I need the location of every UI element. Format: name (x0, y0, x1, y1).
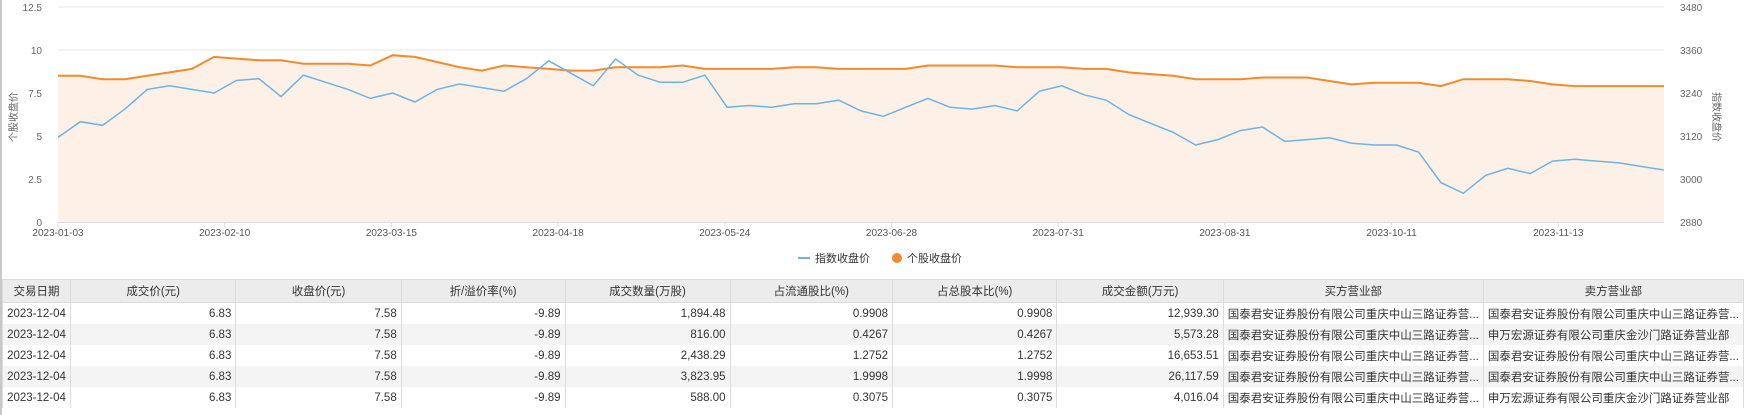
table-cell: 2,438.29 (564, 345, 731, 366)
col-header-close-price[interactable]: 收盘价(元) (235, 279, 402, 303)
table-cell: 国泰君安证券股份有限公司重庆中山三路证券营... (1222, 345, 1484, 366)
col-header-premium-rate[interactable]: 折/溢价率(%) (400, 279, 566, 303)
left-axis-tick-label: 12.5 (23, 3, 43, 14)
x-axis-tick-label: 2023-05-24 (699, 228, 751, 239)
col-header-buyer[interactable]: 买方营业部 (1222, 279, 1484, 303)
table-cell: 7.58 (235, 366, 402, 387)
left-axis-title: 个股收盘价 (7, 92, 20, 142)
x-axis-tick-label: 2023-08-31 (1199, 228, 1251, 239)
table-cell: 2023-12-04 (2, 302, 71, 324)
table-row[interactable]: 2023-12-04 6.83 7.58 -9.89 1,894.48 0.9908 0.9… (2, 302, 1744, 324)
x-axis-tick-label: 2023-03-15 (366, 228, 418, 239)
legend-stock-dot-icon (892, 253, 902, 263)
left-axis-tick-label: 2.5 (28, 175, 42, 186)
table-cell: 0.9908 (729, 302, 894, 324)
table-cell: 6.83 (69, 345, 237, 366)
table-cell: 7.58 (235, 324, 402, 345)
table-cell: 7.58 (235, 345, 402, 366)
table-cell: 7.58 (235, 387, 402, 408)
table-cell: -9.89 (400, 302, 566, 324)
table-cell: 国泰君安证券股份有限公司重庆中山三路证券营... (1222, 324, 1484, 345)
table-cell: 816.00 (564, 324, 731, 345)
table-cell: 2023-12-04 (2, 345, 71, 366)
table-cell: 2023-12-04 (2, 324, 71, 345)
table-cell: 6.83 (69, 366, 237, 387)
table-cell: 6.83 (69, 387, 237, 408)
left-axis-tick-label: 5 (36, 132, 42, 143)
x-axis-tick-label: 2023-11-13 (1533, 228, 1584, 239)
col-header-total-ratio[interactable]: 占总股本比(%) (892, 279, 1058, 303)
right-axis-title: 指数收盘价 (1710, 92, 1723, 142)
table-row[interactable]: 2023-12-04 6.83 7.58 -9.89 588.00 0.3075 0.307… (2, 387, 1744, 408)
table-cell: 国泰君安证券股份有限公司重庆中山三路证券营... (1482, 302, 1744, 324)
table-cell: 0.4267 (892, 324, 1058, 345)
right-axis-tick-label: 3240 (1680, 89, 1703, 100)
table-cell: 588.00 (564, 387, 731, 408)
table-cell: 6.83 (69, 302, 237, 324)
col-header-date[interactable]: 交易日期 (2, 279, 71, 303)
col-header-volume[interactable]: 成交数量(万股) (564, 279, 731, 303)
legend-index[interactable]: 指数收盘价 (815, 250, 870, 266)
table-cell: 1.9998 (892, 366, 1058, 387)
x-axis-tick-label: 2023-10-11 (1366, 228, 1417, 239)
col-header-float-ratio[interactable]: 占流通股比(%) (729, 279, 894, 303)
table-cell: 12,939.30 (1056, 302, 1224, 324)
table-cell: 1.9998 (729, 366, 894, 387)
table-row[interactable]: 2023-12-04 6.83 7.58 -9.89 3,823.95 1.9998 1.9… (2, 366, 1744, 387)
price-chart: 02.557.51012.5288030003120324033603480个股… (7, 3, 1723, 239)
legend-stock[interactable]: 个股收盘价 (907, 250, 962, 266)
x-axis-tick-label: 2023-06-28 (866, 228, 918, 239)
table-cell: 0.3075 (729, 387, 894, 408)
table-cell: 2023-12-04 (2, 366, 71, 387)
left-axis-tick-label: 10 (31, 46, 43, 57)
table-cell: -9.89 (400, 324, 566, 345)
table-cell: 6.83 (69, 324, 237, 345)
x-axis-tick-label: 2023-02-10 (199, 228, 251, 239)
right-axis-tick-label: 2880 (1680, 218, 1703, 229)
table-cell: -9.89 (400, 366, 566, 387)
table-cell: 0.4267 (729, 324, 894, 345)
x-axis-tick-label: 2023-07-31 (1033, 228, 1085, 239)
table-header-row: 交易日期 成交价(元) 收盘价(元) 折/溢价率(%) 成交数量(万股) 占流通… (2, 279, 1744, 303)
right-axis-tick-label: 3360 (1680, 46, 1703, 57)
table-cell: 国泰君安证券股份有限公司重庆中山三路证券营... (1222, 387, 1484, 408)
table-cell: 5,573.28 (1056, 324, 1224, 345)
table-cell: 26,117.59 (1056, 366, 1224, 387)
table-cell: 国泰君安证券股份有限公司重庆中山三路证券营... (1482, 366, 1744, 387)
table-cell: -9.89 (400, 345, 566, 366)
table-cell: 4,016.04 (1056, 387, 1224, 408)
col-header-seller[interactable]: 卖方营业部 (1482, 279, 1744, 303)
block-trade-table: 交易日期 成交价(元) 收盘价(元) 折/溢价率(%) 成交数量(万股) 占流通… (2, 279, 1744, 408)
table-cell: 申万宏源证券有限公司重庆金沙门路证券营业部 (1482, 324, 1744, 345)
table-cell: 0.9908 (892, 302, 1058, 324)
table-cell: 国泰君安证券股份有限公司重庆中山三路证券营... (1222, 366, 1484, 387)
table-cell: 16,653.51 (1056, 345, 1224, 366)
right-axis-tick-label: 3480 (1680, 3, 1703, 14)
x-axis-tick-label: 2023-04-18 (533, 228, 585, 239)
table-cell: 国泰君安证券股份有限公司重庆中山三路证券营... (1482, 345, 1744, 366)
table-cell: 1.2752 (729, 345, 894, 366)
table-cell: 7.58 (235, 302, 402, 324)
table-cell: 申万宏源证券有限公司重庆金沙门路证券营业部 (1482, 387, 1744, 408)
table-row[interactable]: 2023-12-04 6.83 7.58 -9.89 816.00 0.4267 0.426… (2, 324, 1744, 345)
table-cell: 1.2752 (892, 345, 1058, 366)
table-row[interactable]: 2023-12-04 6.83 7.58 -9.89 2,438.29 1.2752 1.2… (2, 345, 1744, 366)
right-axis-tick-label: 3000 (1680, 175, 1703, 186)
x-axis-tick-label: 2023-01-03 (32, 228, 84, 239)
table-cell: 1,894.48 (564, 302, 731, 324)
col-header-amount[interactable]: 成交金额(万元) (1056, 279, 1224, 303)
col-header-deal-price[interactable]: 成交价(元) (69, 279, 237, 303)
chart-legend: 指数收盘价 个股收盘价 (798, 250, 962, 266)
table-cell: -9.89 (400, 387, 566, 408)
table-cell: 2023-12-04 (2, 387, 71, 408)
legend-index-line-icon (798, 257, 810, 259)
table-cell: 国泰君安证券股份有限公司重庆中山三路证券营... (1222, 302, 1484, 324)
right-axis-tick-label: 3120 (1680, 132, 1703, 143)
table-cell: 0.3075 (892, 387, 1058, 408)
table-cell: 3,823.95 (564, 366, 731, 387)
left-axis-tick-label: 7.5 (28, 89, 42, 100)
